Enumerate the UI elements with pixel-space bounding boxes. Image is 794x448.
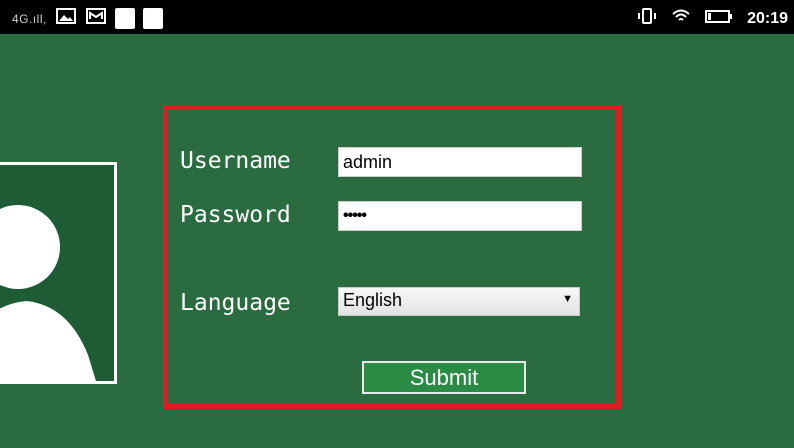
submit-button[interactable]: Submit [362,361,526,394]
signal-strength: 4G.ıll, [12,11,47,26]
status-bar: 4G.ıll, 20:19 [0,0,794,34]
notification-square-icon [142,8,163,29]
username-label: Username [180,148,291,174]
wifi-icon [671,6,691,31]
username-input[interactable] [338,147,582,177]
language-label: Language [180,290,291,316]
user-silhouette-icon [0,205,96,381]
status-time: 20:19 [747,9,788,27]
status-bar-left: 4G.ıll, [12,6,163,31]
image-icon [55,6,77,31]
vibrate-icon [637,6,657,31]
battery-icon [705,6,733,31]
language-selected-value: English [343,290,403,310]
language-select[interactable]: English ▼ [338,287,580,316]
notification-square-icon [114,8,135,29]
avatar [0,162,117,384]
status-bar-right: 20:19 [637,6,788,31]
password-input[interactable] [338,201,582,231]
dropdown-caret-icon: ▼ [562,293,573,305]
mail-icon [85,6,107,31]
password-label: Password [180,202,291,228]
